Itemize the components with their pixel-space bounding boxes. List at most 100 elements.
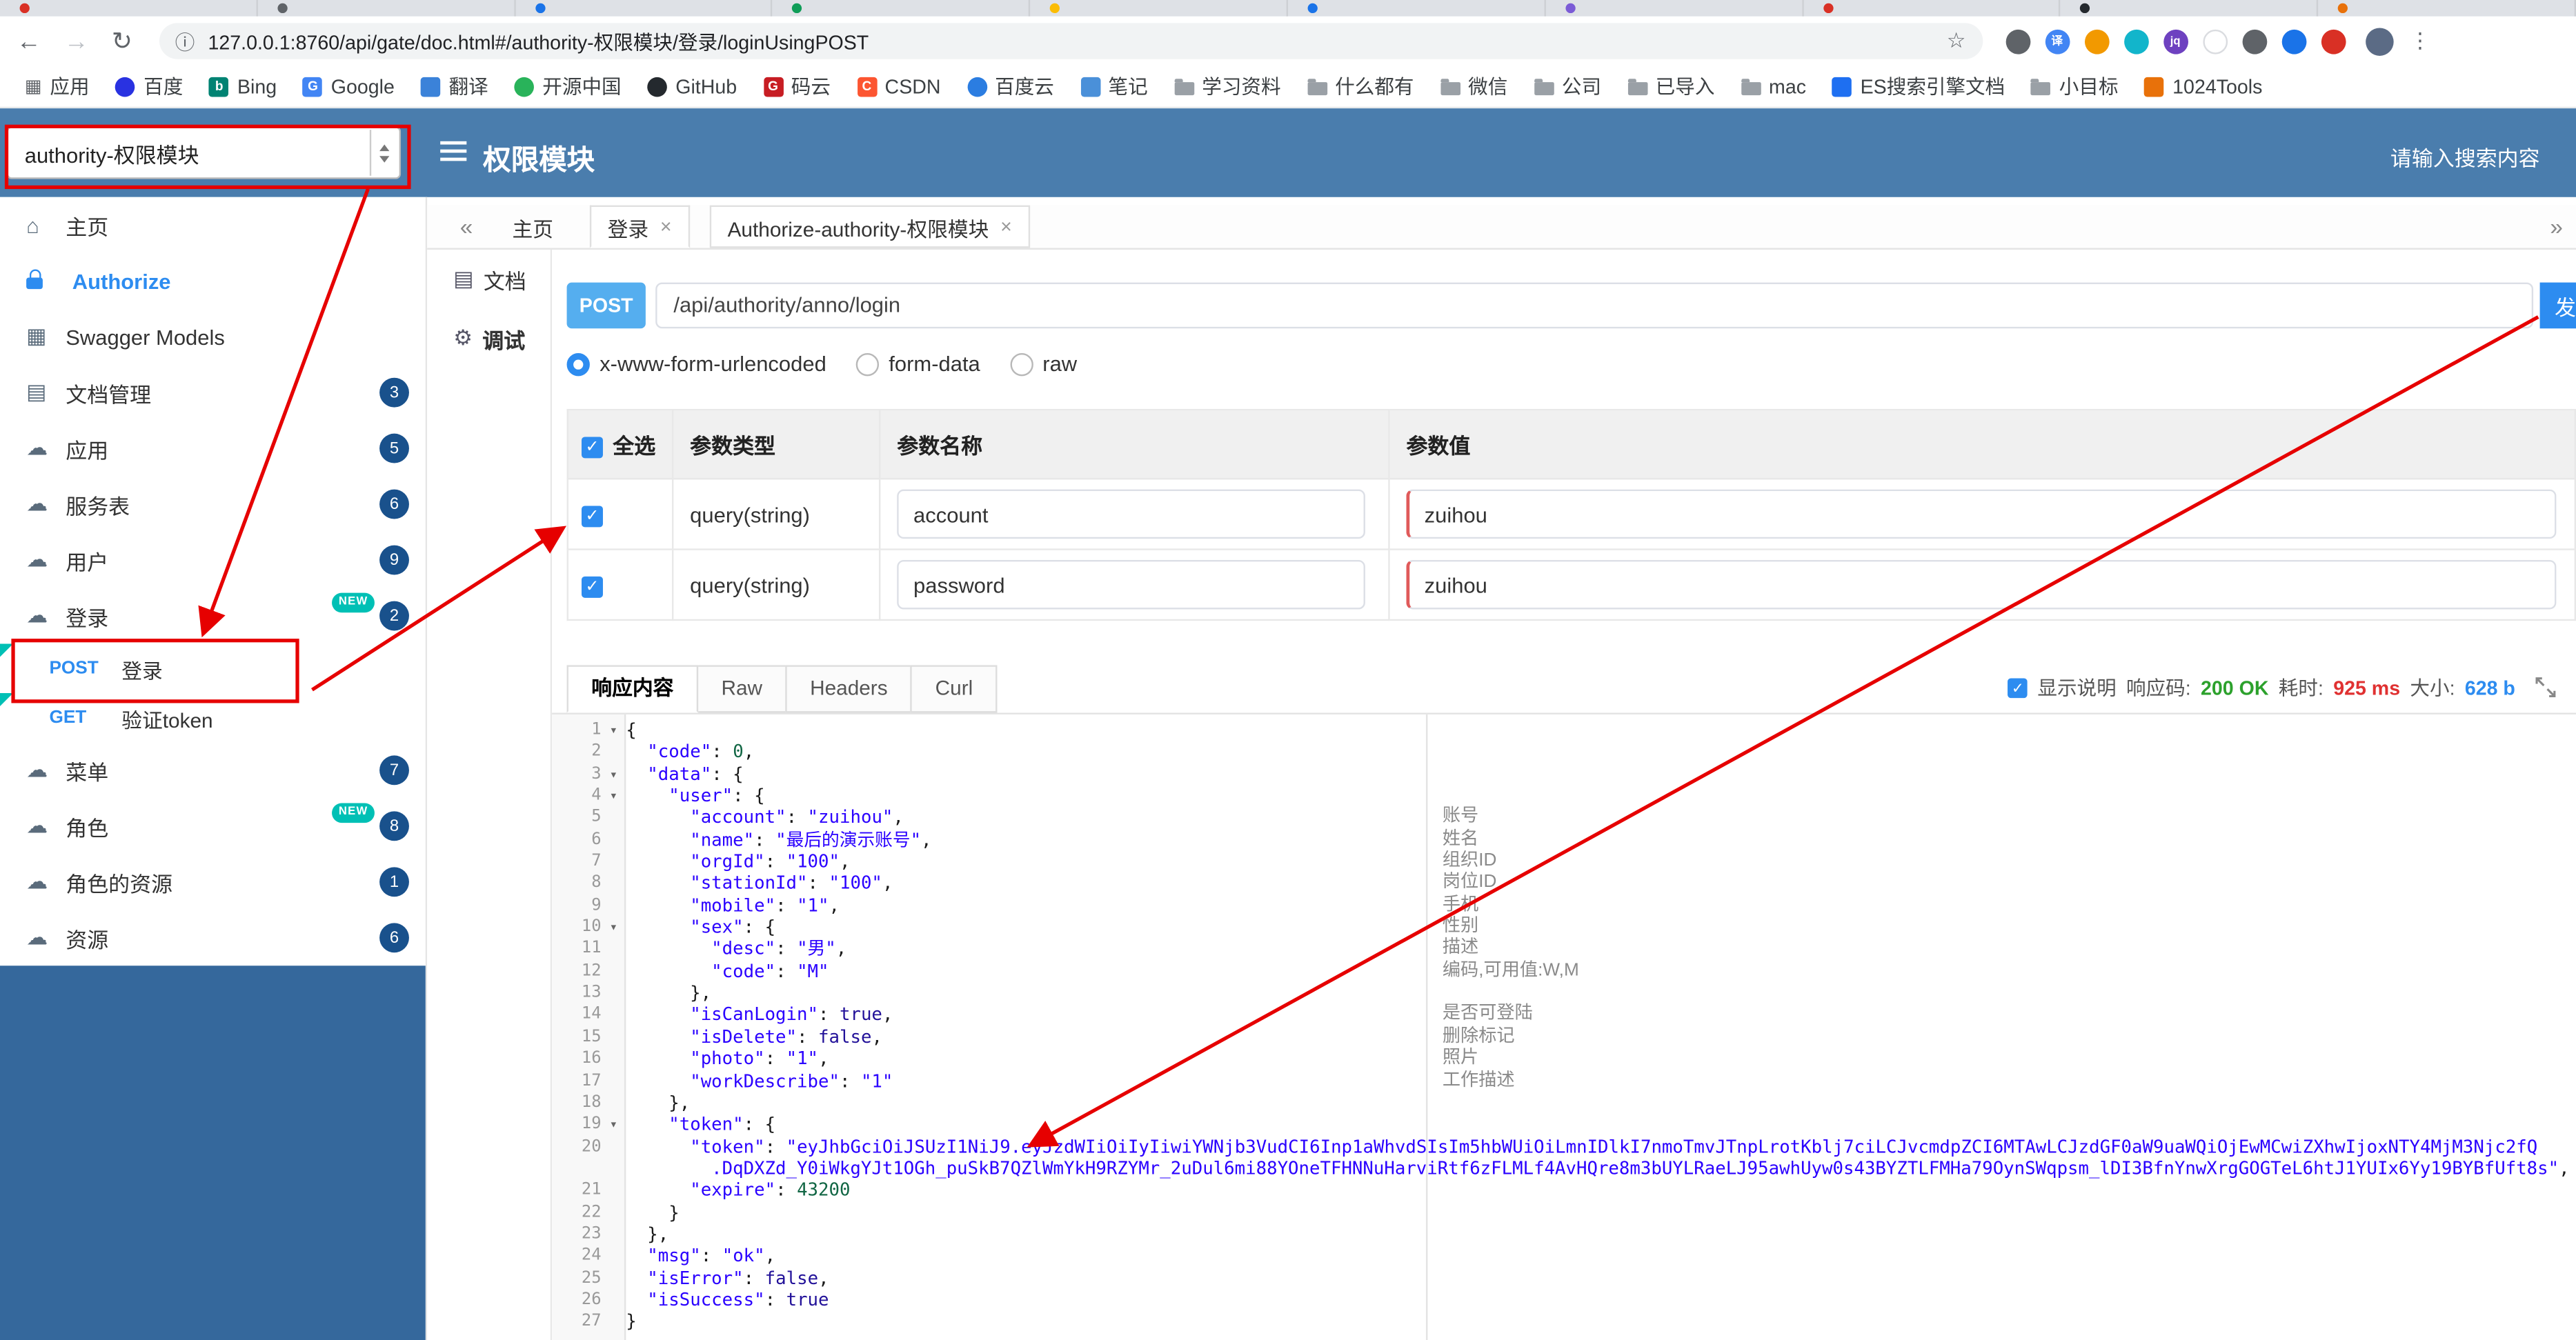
back-icon[interactable]: ← (17, 27, 41, 54)
sidebar-item-login[interactable]: ☁ 登录 NEW 2 (0, 588, 426, 644)
browser-tab[interactable] (515, 0, 773, 17)
reload-icon[interactable]: ↻ (112, 26, 132, 55)
bookmark-item[interactable]: 笔记 (1069, 69, 1159, 103)
browser-tab[interactable] (1031, 0, 1288, 17)
param-value-input[interactable]: zuihou (1406, 560, 2557, 610)
forward-icon[interactable]: → (64, 27, 89, 54)
bookmark-item[interactable]: 百度云 (955, 69, 1066, 103)
bookmark-item[interactable]: 微信 (1429, 69, 1519, 103)
bookmark-item[interactable]: 什么都有 (1296, 69, 1425, 103)
sidebar-item-role-resource[interactable]: ☁ 角色的资源 1 (0, 854, 426, 910)
extension-icon[interactable]: 译 (2044, 28, 2070, 54)
response-tab[interactable]: 响应内容 (566, 665, 699, 713)
header-search-input[interactable]: 请输入搜索内容 (2390, 141, 2540, 172)
bookmark-item[interactable]: mac (1730, 72, 1818, 101)
request-url-field[interactable]: /api/authority/anno/login (655, 282, 2534, 329)
row-checkbox[interactable]: ✓ (582, 575, 603, 597)
fold-icon[interactable]: ▾ (602, 763, 626, 786)
response-tab[interactable]: Curl (910, 665, 998, 713)
sidebar-item-resource[interactable]: ☁ 资源 6 (0, 910, 426, 966)
bookmark-item[interactable]: 小目标 (2020, 69, 2130, 103)
sidebar-item-application[interactable]: ☁ 应用 5 (0, 421, 426, 477)
extension-icon[interactable] (2202, 28, 2228, 54)
extension-icon[interactable] (2281, 28, 2306, 54)
profile-avatar[interactable] (2365, 27, 2393, 55)
bookmark-item[interactable]: 公司 (1523, 69, 1613, 103)
browser-tab[interactable] (2061, 0, 2319, 17)
bookmark-item[interactable]: 百度 (104, 69, 195, 103)
info-icon[interactable]: ⓘ (175, 27, 195, 54)
row-checkbox[interactable]: ✓ (582, 505, 603, 527)
browser-tab[interactable] (257, 0, 515, 17)
browser-menu-icon[interactable]: ⋮ (2409, 28, 2430, 54)
bookmark-item[interactable]: ▦ 应用 (13, 69, 101, 103)
expand-icon[interactable] (2535, 677, 2556, 698)
bookmark-item[interactable]: G 码云 (752, 69, 842, 103)
close-tab-icon[interactable]: × (660, 215, 672, 238)
sidebar-item-swagger-models[interactable]: ▦ Swagger Models (0, 309, 426, 365)
bookmark-item[interactable]: C CSDN (845, 72, 952, 101)
sidebar-item-user[interactable]: ☁ 用户 9 (0, 532, 426, 588)
show-desc-checkbox[interactable]: ✓ (2008, 677, 2028, 697)
fold-icon[interactable]: ▾ (602, 1114, 626, 1136)
sidebar-item-menu[interactable]: ☁ 菜单 7 (0, 742, 426, 798)
collapse-tabs-icon[interactable]: « (460, 214, 473, 240)
fold-icon[interactable]: ▾ (602, 719, 626, 741)
content-tab[interactable]: Authorize-authority-权限模块 × (709, 205, 1030, 248)
close-tab-icon[interactable]: × (1000, 215, 1012, 238)
content-tab[interactable]: 登录 × (589, 205, 690, 248)
content-tab[interactable]: 主页 (496, 206, 570, 248)
sidebar-item-authorize[interactable]: Authorize (0, 253, 426, 309)
tab-doc[interactable]: ▤ 文档 (427, 250, 551, 309)
select-all-checkbox[interactable]: ✓ (582, 437, 603, 459)
bookmark-item[interactable]: 学习资料 (1162, 69, 1292, 103)
more-tabs-icon[interactable]: » (2550, 214, 2563, 240)
sidebar-item-home[interactable]: ⌂ 主页 (0, 197, 426, 253)
sidebar-item-verify-token-get[interactable]: GET 验证token (0, 692, 426, 742)
response-tab[interactable]: Raw (696, 665, 787, 713)
sidebar-item-doc-management[interactable]: ▤ 文档管理 3 (0, 365, 426, 421)
radio-icon[interactable] (855, 352, 880, 376)
browser-tab[interactable] (0, 0, 258, 17)
browser-tab[interactable] (773, 0, 1031, 17)
fold-icon[interactable]: ▾ (602, 917, 626, 939)
browser-tab-strip[interactable] (0, 0, 2576, 17)
sidebar-item-service-table[interactable]: ☁ 服务表 6 (0, 477, 426, 532)
sidebar-item-role[interactable]: ☁ 角色 NEW 8 (0, 798, 426, 854)
bookmark-item[interactable]: 开源中国 (503, 69, 633, 103)
radio-icon[interactable] (566, 352, 590, 376)
param-name-input[interactable]: password (897, 560, 1365, 610)
content-type-option[interactable]: form-data (855, 352, 980, 376)
sidebar-item-login-post[interactable]: POST 登录 (0, 643, 426, 693)
content-type-option[interactable]: x-www-form-urlencoded (566, 352, 826, 376)
browser-tab[interactable] (1803, 0, 2061, 17)
extension-icon[interactable] (2083, 28, 2109, 54)
content-type-option[interactable]: raw (1009, 352, 1077, 376)
param-value-input[interactable]: zuihou (1406, 489, 2557, 539)
response-body[interactable]: 1 ▾{2 "code": 0, 3 ▾ "data": {4 ▾ "user": {5… (552, 712, 2576, 1340)
extension-icon[interactable] (2241, 28, 2267, 54)
menu-toggle-icon[interactable] (440, 141, 467, 161)
radio-icon[interactable] (1009, 352, 1033, 376)
response-tab[interactable]: Headers (785, 665, 913, 713)
bookmark-item[interactable]: G Google (292, 72, 406, 101)
bookmark-item[interactable]: ES搜索引擎文档 (1821, 69, 2016, 103)
fold-icon[interactable]: ▾ (602, 785, 626, 807)
extension-icon[interactable] (2005, 28, 2030, 54)
bookmark-star-icon[interactable]: ☆ (1947, 28, 1966, 54)
browser-tab[interactable] (2319, 0, 2576, 17)
extension-icon[interactable] (2123, 28, 2148, 54)
bookmark-item[interactable]: GitHub (636, 72, 749, 101)
extension-icon[interactable]: jq (2163, 28, 2188, 54)
browser-tab[interactable] (1545, 0, 1803, 17)
browser-tab[interactable] (1288, 0, 1546, 17)
bookmark-item[interactable]: 翻译 (409, 69, 499, 103)
bookmark-item[interactable]: 1024Tools (2133, 72, 2274, 101)
send-button[interactable]: 发送 (2539, 282, 2576, 329)
tab-debug[interactable]: ⚙ 调试 (427, 309, 551, 368)
address-bar[interactable]: ⓘ 127.0.0.1:8760/api/gate/doc.html#/auth… (158, 23, 1983, 59)
extension-icon[interactable] (2320, 28, 2346, 54)
module-select[interactable]: authority-权限模块 (6, 126, 402, 179)
param-name-input[interactable]: account (897, 489, 1365, 539)
bookmark-item[interactable]: 已导入 (1616, 69, 1727, 103)
